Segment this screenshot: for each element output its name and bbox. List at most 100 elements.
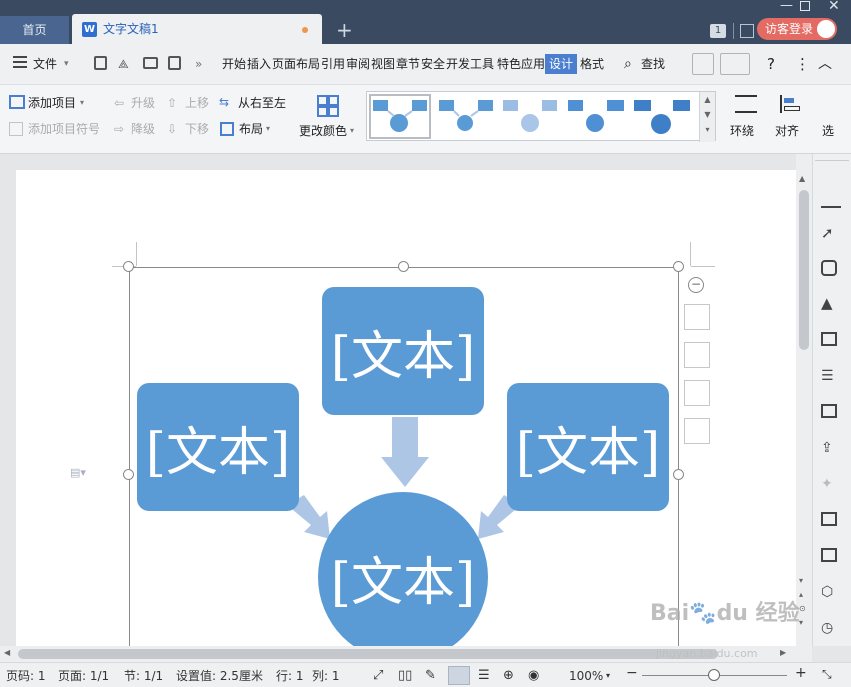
menu-start[interactable]: 开始 [222, 56, 246, 72]
settings-sliders-icon[interactable]: ☰ [821, 368, 841, 388]
vertical-scrollbar[interactable]: ▲ ▾ ▴ ⊙ ▾ [796, 154, 812, 646]
outline-icon[interactable] [684, 380, 710, 406]
eye-protect-icon[interactable]: ◉ [528, 669, 539, 683]
chevron-down-icon[interactable]: ▾ [64, 56, 69, 72]
close-icon[interactable]: ✕ [828, 0, 840, 13]
scroll-up-icon[interactable]: ▲ [799, 174, 805, 183]
zoom-slider-thumb[interactable] [708, 669, 720, 681]
status-column[interactable]: 列: 1 [312, 669, 340, 683]
minimize-icon[interactable]: — [780, 0, 793, 12]
resize-handle[interactable] [123, 469, 134, 480]
add-item-button[interactable]: 添加项目 [28, 96, 76, 110]
page-nav-icon[interactable]: ▾ ▴ ⊙ ▾ [799, 574, 806, 630]
login-button[interactable]: 访客登录 [757, 18, 837, 40]
change-color-button[interactable]: 更改颜色 [299, 124, 347, 138]
smartart-node-top[interactable]: [文本] [322, 287, 484, 415]
menu-design[interactable]: 设计 [545, 54, 577, 74]
skin-icon[interactable] [740, 24, 754, 38]
menu-review[interactable]: 审阅 [346, 56, 370, 72]
shield-icon[interactable]: ⬡ [821, 584, 841, 604]
chevron-down-icon[interactable]: ▾ [80, 96, 84, 110]
history-icon[interactable]: ◷ [821, 620, 841, 640]
search-icon[interactable]: ⌕ [624, 56, 632, 72]
web-view-icon[interactable]: ⊕ [503, 669, 514, 683]
resize-handle[interactable] [673, 261, 684, 272]
smartart-node-right[interactable]: [文本] [507, 383, 669, 511]
help-icon[interactable]: ? [767, 56, 775, 72]
smartart-node-center[interactable]: [文本] [318, 492, 488, 662]
smartart-more-icon[interactable] [684, 418, 710, 444]
archive-icon[interactable] [821, 512, 837, 526]
menu-special[interactable]: 特色应用 [497, 56, 545, 72]
zoom-level[interactable]: 100% [569, 669, 603, 683]
menu-chapter[interactable]: 章节 [396, 56, 420, 72]
smartart-style-gallery[interactable] [367, 92, 707, 142]
plugin-icon[interactable]: ✦ [821, 476, 841, 496]
style-icon[interactable]: ▲ [821, 294, 841, 314]
pen-icon[interactable] [821, 188, 841, 208]
status-setting[interactable]: 设置值: 2.5厘米 [176, 669, 263, 683]
scroll-right-icon[interactable]: ▶ [780, 648, 786, 657]
menu-insert[interactable]: 插入 [247, 56, 271, 72]
zoom-out-icon[interactable]: − [626, 666, 638, 680]
more-icon[interactable]: » [195, 56, 202, 72]
tab-document[interactable]: W 文字文稿1 [72, 14, 322, 44]
promote-button[interactable]: 升级 [131, 96, 155, 110]
status-row[interactable]: 行: 1 [276, 669, 304, 683]
chevron-down-icon[interactable]: ▾ [350, 124, 354, 138]
scroll-thumb[interactable] [18, 649, 718, 659]
more-options-icon[interactable]: ⋮ [795, 56, 810, 72]
new-tab-button[interactable]: + [336, 18, 353, 42]
menu-security[interactable]: 安全 [421, 56, 445, 72]
move-down-button[interactable]: 下移 [185, 122, 209, 136]
fit-page-icon[interactable]: ⤡ [822, 667, 832, 681]
edit-pen-icon[interactable]: ✎ [425, 669, 436, 683]
demote-button[interactable]: 降级 [131, 122, 155, 136]
menu-reference[interactable]: 引用 [321, 56, 345, 72]
resize-handle[interactable] [673, 469, 684, 480]
wrap-button[interactable]: 环绕 [730, 124, 754, 138]
share-icon[interactable]: ⇪ [821, 440, 841, 460]
status-page-number[interactable]: 页码: 1 [6, 669, 46, 683]
right-to-left-button[interactable]: 从右至左 [238, 96, 286, 110]
print-preview-icon[interactable] [168, 56, 181, 70]
shapes-icon[interactable] [821, 260, 837, 276]
tab-home[interactable]: 首页 [0, 16, 69, 44]
gallery-scrollbar[interactable]: ▲ ▼ ▾ [699, 92, 715, 142]
print-icon[interactable] [143, 57, 158, 69]
share-icon[interactable] [692, 53, 714, 75]
document-page[interactable]: ▤▾ [文本] [文本] [文本] [文本] − [16, 170, 796, 667]
fullscreen-icon[interactable]: ⤢ [373, 669, 383, 683]
file-menu[interactable]: 文件 [33, 56, 57, 72]
align-button[interactable]: 对齐 [775, 124, 799, 138]
read-mode-icon[interactable]: ▯▯ [398, 669, 412, 683]
format-painter-icon[interactable]: ⟁ [118, 56, 129, 72]
layout-button[interactable]: 布局 [239, 122, 263, 136]
table-icon[interactable] [821, 332, 837, 346]
image-icon[interactable] [821, 548, 837, 562]
outline-view-icon[interactable]: ☰ [478, 669, 490, 683]
save-icon[interactable] [94, 56, 107, 70]
page-view-icon[interactable] [448, 666, 470, 685]
picture-icon[interactable] [821, 404, 837, 418]
scroll-left-icon[interactable]: ◀ [4, 648, 10, 657]
menu-view[interactable]: 视图 [371, 56, 395, 72]
layout-options-icon[interactable] [684, 304, 710, 330]
collapse-ribbon-icon[interactable]: ︿ [818, 56, 832, 72]
window-count-badge[interactable]: 1 [710, 24, 726, 38]
move-up-button[interactable]: 上移 [185, 96, 209, 110]
add-bullet-button[interactable]: 添加项目符号 [28, 122, 100, 136]
menu-page-layout[interactable]: 页面布局 [272, 56, 320, 72]
collaborate-icon[interactable] [720, 53, 750, 75]
resize-handle[interactable] [123, 261, 134, 272]
menu-developer[interactable]: 开发工具 [446, 56, 494, 72]
chevron-down-icon[interactable]: ▾ [266, 122, 270, 136]
resize-handle[interactable] [398, 261, 409, 272]
hamburger-icon[interactable] [13, 56, 27, 68]
status-pages[interactable]: 页面: 1/1 [58, 669, 109, 683]
smartart-node-left[interactable]: [文本] [137, 383, 299, 511]
scroll-thumb[interactable] [799, 190, 809, 350]
collapse-icon[interactable]: − [688, 277, 704, 293]
chevron-down-icon[interactable]: ▾ [606, 669, 610, 683]
paragraph-marker-icon[interactable]: ▤▾ [70, 466, 86, 480]
